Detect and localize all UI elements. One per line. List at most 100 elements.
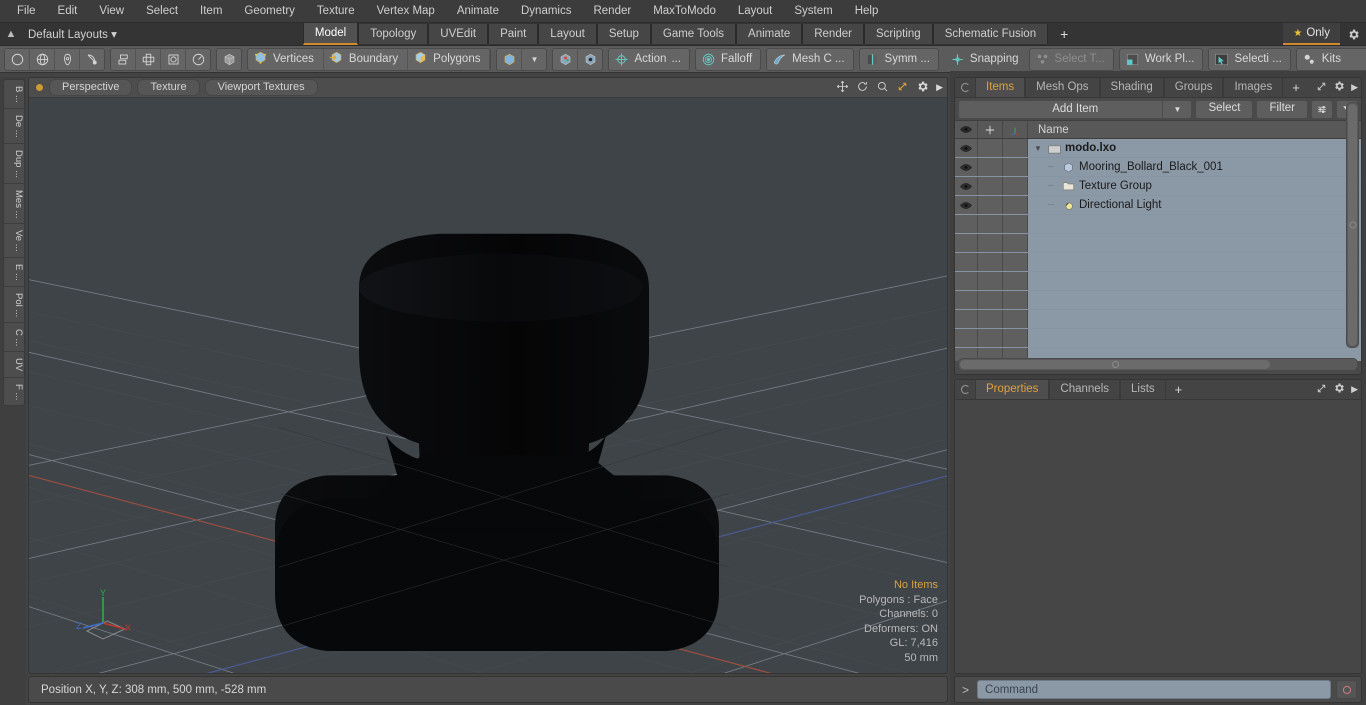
menu-item-file[interactable]: File — [6, 0, 47, 22]
tool-action[interactable]: Action ... — [608, 47, 691, 71]
tree-cell-transform[interactable] — [978, 196, 1003, 214]
axis-icon[interactable] — [1003, 121, 1028, 138]
expand-icon[interactable] — [1316, 383, 1327, 397]
left-tab-mes[interactable]: Mes ... — [4, 184, 24, 225]
curve-icon[interactable] — [80, 49, 104, 70]
play-icon[interactable]: ▶ — [936, 82, 943, 93]
pivot-icon[interactable] — [553, 48, 579, 70]
tree-row[interactable]: ┄ Directional Light — [955, 196, 1361, 215]
gear-icon[interactable] — [916, 80, 929, 96]
center-icon[interactable] — [136, 48, 161, 70]
menu-item-vertex-map[interactable]: Vertex Map — [366, 0, 446, 22]
align-icon[interactable] — [111, 48, 136, 70]
properties-tab-add[interactable]: + — [1166, 380, 1192, 399]
gear-icon[interactable] — [1333, 80, 1345, 95]
zoom-icon[interactable] — [876, 80, 889, 96]
tree-cell-transform[interactable] — [978, 177, 1003, 195]
tree-item[interactable]: ┄ Texture Group — [1028, 180, 1361, 192]
rotate-icon[interactable] — [856, 80, 869, 96]
items-tab-images[interactable]: Images — [1223, 78, 1284, 97]
tree-item[interactable]: ┄ Directional Light — [1028, 199, 1361, 212]
items-tab-add[interactable]: + — [1283, 78, 1309, 97]
menu-item-system[interactable]: System — [783, 0, 843, 22]
menu-item-help[interactable]: Help — [844, 0, 890, 22]
tool-falloff[interactable]: Falloff — [695, 47, 762, 71]
menu-item-layout[interactable]: Layout — [727, 0, 784, 22]
tool-symmetry[interactable]: Symm ... — [858, 47, 939, 71]
3d-viewport[interactable]: Y X Z No Items Polygons : Face Channels:… — [29, 98, 947, 673]
tree-item[interactable]: ┄ Mooring_Bollard_Black_001 — [1028, 161, 1361, 174]
layout-collapse-icon[interactable]: ▲ — [0, 28, 22, 40]
properties-tab-channels[interactable]: Channels — [1049, 380, 1121, 399]
tree-row[interactable]: ▼ modo.lxo — [955, 139, 1361, 158]
left-tab-e[interactable]: E ... — [4, 258, 24, 287]
chevron-down-icon[interactable]: ▼ — [522, 49, 546, 70]
selection-mode-boundary[interactable]: Boundary — [324, 48, 409, 70]
scrollbar-thumb[interactable] — [1348, 104, 1357, 346]
frame-icon[interactable] — [161, 48, 186, 70]
play-icon[interactable]: ▶ — [1351, 82, 1358, 93]
items-vertical-scrollbar[interactable] — [1346, 102, 1359, 348]
layout-tab-paint[interactable]: Paint — [488, 24, 539, 44]
tree-cell-axis[interactable] — [1003, 196, 1028, 214]
center-pivot-icon[interactable] — [578, 49, 602, 70]
left-tab-c[interactable]: C ... — [4, 323, 24, 353]
viewport-menu-dot-icon[interactable] — [36, 84, 43, 91]
layout-tab-topology[interactable]: Topology — [358, 24, 429, 44]
add-layout-tab-button[interactable]: + — [1048, 26, 1080, 42]
tool-work-plane[interactable]: Work Pl... — [1118, 47, 1204, 71]
layout-tab-animate[interactable]: Animate — [736, 24, 803, 44]
layout-tab-uvedit[interactable]: UVEdit — [428, 24, 489, 44]
menu-item-texture[interactable]: Texture — [306, 0, 366, 22]
tool-selection-sets[interactable]: Selecti ... — [1208, 47, 1291, 71]
tree-cell-transform[interactable] — [978, 139, 1003, 157]
tool-mesh-constraint[interactable]: Mesh C ... — [766, 47, 854, 71]
gear-icon[interactable] — [1340, 23, 1366, 45]
viewport-textures-selector[interactable]: Viewport Textures — [204, 79, 318, 96]
list-options-icon[interactable] — [1311, 99, 1333, 119]
tree-cell-axis[interactable] — [1003, 158, 1028, 176]
eye-icon[interactable] — [955, 121, 978, 138]
cube-icon[interactable] — [217, 49, 241, 70]
tool-kits[interactable]: Kits — [1295, 47, 1366, 71]
chevron-down-icon[interactable]: ▼ — [1162, 100, 1191, 118]
properties-tab-properties[interactable]: Properties — [975, 380, 1050, 399]
filter-button[interactable]: Filter — [1256, 99, 1308, 119]
eye-icon[interactable] — [955, 177, 978, 195]
menu-item-geometry[interactable]: Geometry — [233, 0, 306, 22]
items-tab-mesh-ops[interactable]: Mesh Ops — [1025, 78, 1100, 97]
left-tab-pol[interactable]: Pol ... — [4, 287, 24, 323]
menu-item-view[interactable]: View — [88, 0, 135, 22]
left-tab-b[interactable]: B ... — [4, 80, 24, 109]
pen-icon[interactable] — [55, 48, 80, 70]
scrollbar-thumb[interactable] — [960, 360, 1271, 369]
viewport-shading-selector[interactable]: Texture — [137, 79, 200, 96]
add-item-button[interactable]: Add Item ▼ — [958, 99, 1193, 119]
menu-item-render[interactable]: Render — [582, 0, 642, 22]
tree-cell-axis[interactable] — [1003, 139, 1028, 157]
expand-icon[interactable] — [1316, 81, 1327, 95]
left-tab-dup[interactable]: Dup ... — [4, 144, 24, 184]
gear-icon[interactable] — [1333, 382, 1345, 397]
viewport-view-selector[interactable]: Perspective — [49, 79, 133, 96]
globe-icon[interactable] — [30, 48, 55, 70]
menu-item-maxtomodo[interactable]: MaxToModo — [642, 0, 727, 22]
menu-item-dynamics[interactable]: Dynamics — [510, 0, 582, 22]
tree-row[interactable]: ┄ Texture Group — [955, 177, 1361, 196]
menu-item-edit[interactable]: Edit — [47, 0, 89, 22]
circle-icon[interactable] — [5, 48, 30, 70]
tree-cell-axis[interactable] — [1003, 177, 1028, 195]
menu-item-animate[interactable]: Animate — [446, 0, 510, 22]
move-icon[interactable] — [836, 80, 849, 96]
select-button[interactable]: Select — [1195, 99, 1254, 119]
chevron-down-icon[interactable]: ▼ — [1032, 144, 1044, 153]
tree-item[interactable]: ▼ modo.lxo — [1028, 142, 1361, 154]
item-cube-icon[interactable] — [497, 48, 523, 70]
tool-snapping[interactable]: Snapping — [944, 49, 1025, 70]
command-input[interactable]: Command — [977, 680, 1331, 699]
only-toggle-button[interactable]: ★ Only — [1283, 23, 1340, 45]
left-tab-ve[interactable]: Ve ... — [4, 224, 24, 258]
left-tab-f[interactable]: F ... — [4, 378, 24, 405]
layout-tab-layout[interactable]: Layout — [538, 24, 597, 44]
eye-icon[interactable] — [955, 158, 978, 176]
